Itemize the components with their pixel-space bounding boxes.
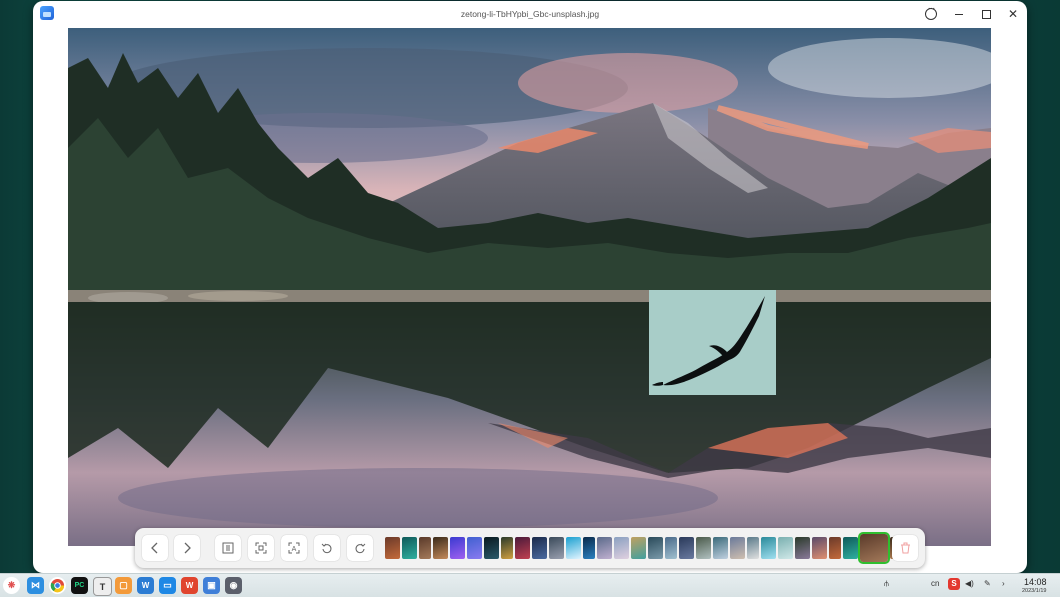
viewer-toolbar: A xyxy=(135,528,925,568)
rotate-left-icon xyxy=(321,543,332,554)
chat-icon[interactable]: ▢ xyxy=(115,577,132,594)
thumbnail[interactable] xyxy=(501,537,513,559)
next-button[interactable] xyxy=(174,535,200,561)
thumbnail[interactable] xyxy=(631,537,646,559)
fit-window-icon xyxy=(255,542,267,554)
original-size-button[interactable] xyxy=(215,535,241,561)
thumbnail-active[interactable] xyxy=(858,532,890,564)
thumbnail[interactable] xyxy=(549,537,564,559)
previous-icon xyxy=(151,542,158,554)
launcher-icon[interactable]: ❋ xyxy=(3,577,20,594)
clock-time[interactable]: 14:08 xyxy=(1024,577,1047,587)
input-method-indicator[interactable]: cn xyxy=(931,579,939,588)
rotate-right-button[interactable] xyxy=(347,535,373,561)
more-options-icon xyxy=(925,4,937,20)
thumbnail[interactable] xyxy=(747,537,759,559)
fit-window-button[interactable] xyxy=(248,535,274,561)
rotate-right-icon xyxy=(355,543,366,554)
wps-presentation-icon[interactable]: W xyxy=(181,577,198,594)
thumbnail[interactable] xyxy=(696,537,711,559)
original-size-icon xyxy=(222,542,234,554)
volume-icon[interactable]: ◀) xyxy=(965,579,974,588)
chrome-icon[interactable] xyxy=(49,577,66,594)
window-title: zetong-li-TbHYpbi_Gbc-unsplash.jpg xyxy=(460,9,600,19)
eagle-image-overlay[interactable] xyxy=(649,290,776,395)
close-icon: ✕ xyxy=(1007,7,1019,21)
thumbnail[interactable] xyxy=(795,537,810,559)
thumbnail[interactable] xyxy=(532,537,547,559)
mountain-lake-photo xyxy=(68,28,991,546)
thumbnail[interactable] xyxy=(761,537,776,559)
ocr-button[interactable]: A xyxy=(281,535,307,561)
previous-button[interactable] xyxy=(142,535,168,561)
wps-writer-icon[interactable]: W xyxy=(137,577,154,594)
typora-icon[interactable]: T xyxy=(93,577,112,596)
ocr-icon: A xyxy=(288,542,300,554)
clock-date[interactable]: 2023/1/19 xyxy=(1022,588,1046,594)
thumbnail[interactable] xyxy=(665,537,677,559)
sogou-icon[interactable]: S xyxy=(948,578,960,590)
thumbnail[interactable] xyxy=(812,537,827,559)
delete-button[interactable] xyxy=(892,535,918,561)
thumbnail[interactable] xyxy=(402,537,417,559)
rotate-left-button[interactable] xyxy=(314,535,340,561)
thumbnail[interactable] xyxy=(583,537,595,559)
taskbar: ❋ ⋈ PC T ▢ W ▭ W ▣ ◉ ⫛ cn S ◀) ✎ › 14:08… xyxy=(0,573,1060,597)
thumbnail[interactable] xyxy=(679,537,694,559)
maximize-icon xyxy=(981,9,991,19)
thumbnail[interactable] xyxy=(433,537,448,559)
delete-icon xyxy=(900,542,910,554)
tray-expand-icon[interactable]: › xyxy=(1002,579,1005,588)
close-button[interactable]: ✕ xyxy=(1004,5,1022,23)
minimize-icon xyxy=(955,13,963,15)
pycharm-icon[interactable]: PC xyxy=(71,577,88,594)
usb-icon[interactable]: ⫛ xyxy=(884,579,889,589)
minimize-button[interactable] xyxy=(950,5,968,23)
main-image[interactable] xyxy=(68,28,991,546)
thumbnail[interactable] xyxy=(419,537,431,559)
camera-icon[interactable]: ◉ xyxy=(225,577,242,594)
thumbnail[interactable] xyxy=(597,537,612,559)
thumbnail[interactable] xyxy=(843,537,858,559)
title-bar[interactable]: zetong-li-TbHYpbi_Gbc-unsplash.jpg ✕ xyxy=(33,1,1027,28)
thumbnail[interactable] xyxy=(778,537,793,559)
thumbnail[interactable] xyxy=(713,537,728,559)
svg-text:A: A xyxy=(292,546,297,553)
image-viewer-taskbar-icon[interactable]: ▣ xyxy=(203,577,220,594)
thumbnail[interactable] xyxy=(467,537,482,559)
eagle-silhouette-icon xyxy=(652,296,765,386)
thumbnail[interactable] xyxy=(515,537,530,559)
vscode-icon[interactable]: ⋈ xyxy=(27,577,44,594)
more-options-button[interactable] xyxy=(922,4,940,23)
thumbnail[interactable] xyxy=(566,537,581,559)
pen-icon[interactable]: ✎ xyxy=(984,579,991,588)
image-viewer-window: zetong-li-TbHYpbi_Gbc-unsplash.jpg ✕ xyxy=(33,1,1027,573)
thumbnail[interactable] xyxy=(648,537,663,559)
maximize-button[interactable] xyxy=(977,5,995,23)
app-store-icon[interactable]: ▭ xyxy=(159,577,176,594)
thumbnail[interactable] xyxy=(730,537,745,559)
thumbnail[interactable] xyxy=(484,537,499,559)
thumbnail[interactable] xyxy=(829,537,841,559)
next-icon xyxy=(184,542,191,554)
thumbnail[interactable] xyxy=(385,537,400,559)
thumbnail[interactable] xyxy=(614,537,629,559)
thumbnail[interactable] xyxy=(450,537,465,559)
